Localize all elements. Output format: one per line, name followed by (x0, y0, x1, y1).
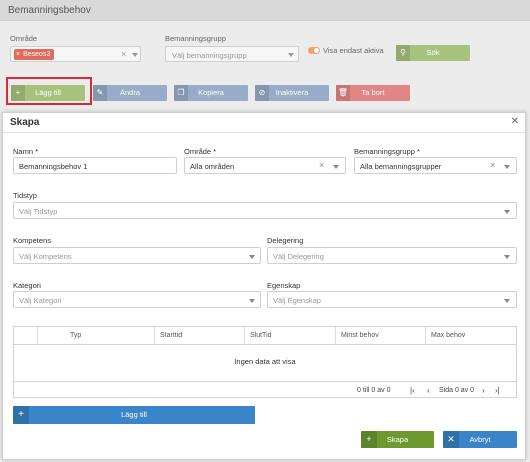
column-label: Typ (70, 332, 82, 339)
column-label: Starttid (160, 332, 183, 339)
sok-button-label: Sök (426, 48, 440, 57)
chip-remove-icon[interactable]: × (16, 51, 20, 58)
chevron-down-icon[interactable] (288, 53, 294, 57)
kopiera-label: Kopiera (198, 88, 224, 97)
chevron-down-icon[interactable] (504, 165, 510, 169)
grupp-filter-label: Bemanningsgrupp (165, 34, 226, 43)
kompetens-label: Kompetens (13, 236, 51, 245)
grupp-label: Bemanningsgrupp * (354, 147, 420, 156)
clear-icon[interactable]: × (319, 160, 324, 170)
skapa-dialog: Skapa ✕ Namn * Bemanningsbehov 1 Område … (2, 112, 526, 460)
chevron-down-icon[interactable] (132, 53, 138, 57)
paging-info: 0 till 0 av 0 (357, 387, 391, 394)
ta-bort-label: Ta bort (361, 88, 385, 97)
namn-label: Namn * (13, 147, 39, 156)
page-indicator: Sida 0 av 0 (439, 387, 475, 394)
chevron-down-icon[interactable] (333, 165, 339, 169)
egenskap-label: Egenskap (267, 281, 301, 290)
visa-aktiva-label: Visa endast aktiva (323, 46, 384, 55)
kompetens-select[interactable]: Välj Kompetens (13, 247, 261, 264)
kopiera-button[interactable]: ❐ Kopiera (174, 85, 248, 101)
sok-button[interactable]: ⚲ Sök (396, 45, 470, 61)
copy-icon: ❐ (174, 85, 188, 101)
tidstyp-label: Tidstyp (13, 191, 37, 200)
close-icon[interactable]: ✕ (511, 116, 519, 127)
chevron-down-icon[interactable] (249, 255, 255, 259)
plus-icon: + (361, 431, 377, 448)
delegering-placeholder: Välj Delegering (273, 252, 324, 261)
omrade-filter-label: Område (10, 34, 38, 43)
first-page-icon[interactable]: |‹ (410, 386, 415, 395)
skapa-button[interactable]: + Skapa (361, 431, 434, 448)
column-label: SlutTid (250, 332, 272, 339)
page-header: Bemanningsbehov (0, 0, 530, 21)
namn-input[interactable]: Bemanningsbehov 1 (13, 157, 177, 174)
add-row-button[interactable]: + Lägg till (13, 406, 255, 424)
grid-select-column[interactable] (14, 327, 38, 345)
kompetens-placeholder: Välj Kompetens (19, 252, 72, 261)
avbryt-button[interactable]: ✕ Avbryt (443, 431, 517, 448)
delegering-select[interactable]: Välj Delegering (267, 247, 517, 264)
delegering-label: Delegering (267, 236, 304, 245)
omrade-select[interactable]: Alla områden × (184, 157, 346, 174)
grupp-filter-select[interactable]: Välj bemanningsgrupp (165, 46, 299, 62)
omrade-chip-label: Beseos3 (23, 51, 51, 58)
prev-page-icon[interactable]: ‹ (427, 386, 430, 395)
tidstyp-select[interactable]: Välj Tidstyp (13, 202, 517, 219)
edit-icon: ✎ (93, 85, 107, 101)
ta-bort-button[interactable]: 🗑 Ta bort (336, 85, 410, 101)
kategori-label: Kategori (13, 281, 41, 290)
trash-icon: 🗑 (336, 85, 350, 101)
chevron-down-icon[interactable] (504, 299, 510, 303)
grid-column-starttid[interactable]: Starttid (155, 327, 245, 345)
grid-empty-message: Ingen data att visa (234, 357, 296, 366)
grid-column-typ[interactable]: Typ (38, 327, 155, 345)
egenskap-placeholder: Välj Egenskap (273, 296, 321, 305)
namn-value: Bemanningsbehov 1 (19, 162, 88, 171)
dialog-title: Skapa (10, 117, 40, 128)
omrade-label: Område * (184, 147, 217, 156)
column-label: Minst behov (341, 332, 379, 339)
last-page-icon[interactable]: ›| (495, 386, 500, 395)
page-title: Bemanningsbehov (8, 5, 91, 16)
andra-label: Ändra (119, 88, 140, 97)
egenskap-select[interactable]: Välj Egenskap (267, 291, 517, 308)
dialog-header: Skapa ✕ (3, 113, 525, 133)
grid-column-minst-behov[interactable]: Minst behov (336, 327, 426, 345)
clear-icon[interactable]: × (121, 49, 126, 59)
ban-icon: ⊘ (255, 85, 269, 101)
grid-column-sluttid[interactable]: SlutTid (245, 327, 336, 345)
andra-button[interactable]: ✎ Ändra (93, 85, 167, 101)
grid-pager: 0 till 0 av 0 |‹ ‹ Sida 0 av 0 › ›| (14, 381, 516, 398)
highlight-annotation (6, 77, 92, 105)
chevron-down-icon[interactable] (249, 299, 255, 303)
chevron-down-icon[interactable] (504, 210, 510, 214)
tidstyp-placeholder: Välj Tidstyp (19, 207, 58, 216)
avbryt-label: Avbryt (469, 435, 491, 444)
kategori-placeholder: Välj Kategori (19, 296, 62, 305)
next-page-icon[interactable]: › (482, 386, 485, 395)
inaktivera-button[interactable]: ⊘ Inaktivera (255, 85, 329, 101)
grid-column-max-behov[interactable]: Max behov (426, 327, 516, 345)
omrade-chip[interactable]: × Beseos3 (14, 49, 55, 60)
visa-aktiva-toggle[interactable] (308, 47, 320, 54)
search-icon: ⚲ (396, 45, 410, 61)
grupp-filter-placeholder: Välj bemanningsgrupp (172, 51, 247, 60)
grupp-select[interactable]: Alla bemanningsgrupper × (354, 157, 517, 174)
close-icon: ✕ (443, 431, 459, 448)
behov-grid: Typ Starttid SlutTid Minst behov Max beh… (13, 326, 517, 398)
kategori-select[interactable]: Välj Kategori (13, 291, 261, 308)
skapa-label: Skapa (386, 435, 409, 444)
add-row-label: Lägg till (121, 410, 147, 419)
clear-icon[interactable]: × (490, 160, 495, 170)
chevron-down-icon[interactable] (504, 255, 510, 259)
grupp-value: Alla bemanningsgrupper (360, 162, 442, 171)
inaktivera-label: Inaktivera (275, 88, 309, 97)
omrade-value: Alla områden (190, 162, 235, 171)
omrade-filter-select[interactable]: × Beseos3 × (10, 46, 141, 62)
grid-header: Typ Starttid SlutTid Minst behov Max beh… (14, 327, 516, 345)
plus-icon: + (13, 406, 29, 424)
column-label: Max behov (431, 332, 466, 339)
